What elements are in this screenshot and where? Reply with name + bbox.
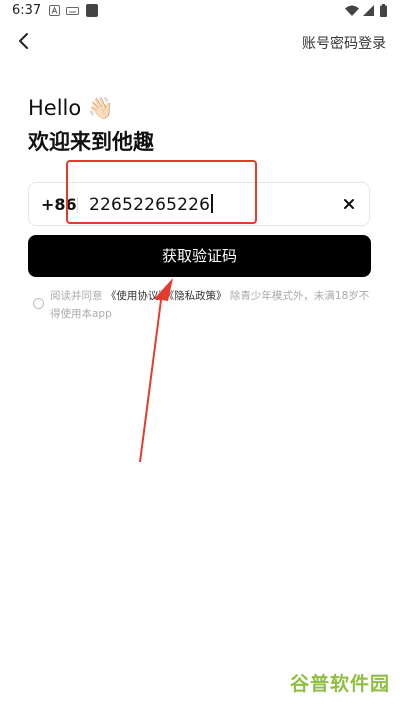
get-verification-code-button[interactable]: 获取验证码 <box>28 235 371 277</box>
agreement-checkbox[interactable] <box>33 298 44 309</box>
hello-heading: Hello 👋🏻 <box>28 96 115 120</box>
wifi-icon <box>345 5 359 16</box>
welcome-heading: 欢迎来到他趣 <box>28 130 154 154</box>
privacy-link[interactable]: 《隐私政策》 <box>169 290 227 302</box>
back-arrow-icon[interactable] <box>14 30 36 52</box>
watermark-logo: 谷普软件园 <box>289 673 390 695</box>
notification-square-icon <box>86 4 98 17</box>
agreement-text: 阅读并同意 《使用协议》《隐私政策》 除青少年模式外，未满18岁不得使用本app <box>50 287 375 323</box>
battery-icon <box>380 4 387 17</box>
keyboard-icon <box>66 7 79 15</box>
agreement-prefix: 阅读并同意 <box>50 290 106 302</box>
status-bar: 6:37 <box>0 0 400 24</box>
signal-icon <box>363 5 374 16</box>
status-time: 6:37 <box>12 3 42 18</box>
terms-link[interactable]: 《使用协议》 <box>106 290 169 302</box>
account-password-login-link[interactable]: 账号密码登录 <box>302 33 386 53</box>
annotation-highlight-box <box>66 160 257 224</box>
clear-icon[interactable] <box>339 194 359 214</box>
app-notification-icon <box>49 5 60 16</box>
